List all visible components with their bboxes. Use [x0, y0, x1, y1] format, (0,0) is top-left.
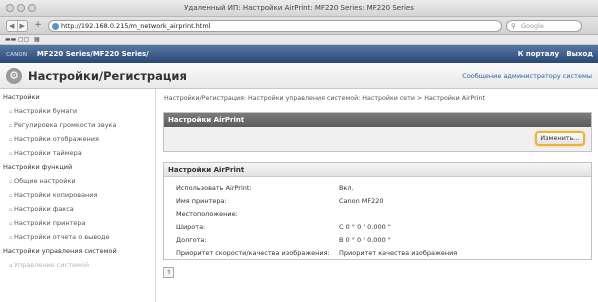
close-window-icon[interactable]	[6, 4, 14, 12]
site-icon	[52, 23, 59, 30]
setting-label: Имя принтера:	[176, 197, 227, 205]
device-bar: ᴄᴀɴᴏɴ MF220 Series/MF220 Series/ К порта…	[0, 45, 598, 63]
nav-buttons: ◀ ▶	[6, 20, 28, 32]
new-tab-button[interactable]: +	[32, 20, 44, 32]
address-bar[interactable]: http://192.168.0.215/m_network_airprint.…	[48, 20, 541, 32]
sidebar-item-fax[interactable]: Настройки факса	[9, 205, 74, 213]
sidebar-section-functions[interactable]: Настройки функций	[3, 163, 72, 171]
minimize-window-icon[interactable]	[17, 4, 25, 12]
settings-title: Настройки AirPrint	[164, 163, 591, 177]
zoom-window-icon[interactable]	[28, 4, 36, 12]
bookmarks-bar: ▬▬ ▢▢ ▦	[0, 35, 598, 45]
setting-value: Canon MF220	[339, 197, 384, 205]
setting-label: Местоположение:	[176, 210, 238, 218]
setting-value: Приоритет качества изображения	[339, 249, 458, 257]
breadcrumb: Настройки/Регистрация: Настройки управле…	[164, 95, 485, 102]
panel-title: Настройки AirPrint	[164, 113, 591, 127]
setting-label: Использовать AirPrint:	[176, 184, 252, 192]
back-button[interactable]: ◀	[7, 21, 18, 31]
sidebar-item-copy[interactable]: Настройки копирования	[9, 191, 97, 199]
setting-value: С 0 ° 0 ' 0.000 "	[339, 223, 391, 231]
bookmarks-icon[interactable]: ▬▬	[5, 35, 16, 44]
sidebar-section-settings[interactable]: Настройки	[3, 93, 40, 101]
search-input[interactable]: ⚲ Google	[506, 20, 582, 32]
sidebar-item-report[interactable]: Настройки отчета о выводе	[9, 233, 110, 241]
setting-value: Вкл.	[339, 184, 354, 192]
window-title: Удаленный ИП: Настройки AirPrint: MF220 …	[184, 4, 414, 12]
admin-mail-link[interactable]: Сообщение администратору системы	[462, 72, 592, 80]
airprint-edit-panel: Настройки AirPrint Изменить...	[163, 112, 592, 152]
search-icon: ⚲	[511, 22, 516, 30]
panel-actions: Изменить...	[164, 127, 591, 151]
grid-icon[interactable]: ▦	[34, 35, 40, 44]
setting-label: Долгота:	[176, 236, 207, 244]
address-url: http://192.168.0.215/m_network_airprint.…	[61, 22, 211, 30]
sidebar-item-display[interactable]: Настройки отображения	[9, 135, 99, 143]
setting-label: Приоритет скорости/качества изображения:	[176, 249, 330, 257]
window-titlebar: Удаленный ИП: Настройки AirPrint: MF220 …	[0, 0, 598, 17]
edit-button[interactable]: Изменить...	[535, 131, 585, 146]
model-name: MF220 Series/MF220 Series/	[36, 50, 149, 58]
browser-toolbar: ◀ ▶ + http://192.168.0.215/m_network_air…	[0, 17, 598, 35]
portal-links: К порталу Выход	[518, 45, 593, 63]
sidebar-section-system[interactable]: Настройки управления системой	[3, 247, 117, 255]
logout-link[interactable]: Выход	[566, 50, 593, 58]
search-placeholder: Google	[521, 22, 544, 30]
sidebar-item-timer[interactable]: Настройки таймера	[9, 149, 82, 157]
sidebar-item-printer[interactable]: Настройки принтера	[9, 219, 86, 227]
top-sites-icon[interactable]: ▢▢	[18, 35, 29, 44]
page-header: ⚙ Настройки/Регистрация Сообщение админи…	[0, 63, 598, 89]
gear-icon: ⚙	[6, 68, 22, 84]
setting-value: В 0 ° 0 ' 0.000 "	[339, 236, 391, 244]
airprint-settings-panel: Настройки AirPrint Использовать AirPrint…	[163, 162, 592, 260]
back-to-top-icon[interactable]: ⇑	[163, 267, 174, 278]
brand-logo: ᴄᴀɴᴏɴ	[6, 50, 28, 58]
sidebar-item-system-management[interactable]: Управление системой	[9, 261, 89, 269]
page-title: Настройки/Регистрация	[28, 69, 187, 83]
sidebar: Настройки Настройки бумаги Регулировка г…	[0, 89, 156, 302]
sidebar-item-paper[interactable]: Настройки бумаги	[9, 107, 77, 115]
forward-button[interactable]: ▶	[18, 21, 28, 31]
sidebar-item-volume[interactable]: Регулировка громкости звука	[9, 121, 117, 129]
device-model: ᴄᴀɴᴏɴ MF220 Series/MF220 Series/	[6, 45, 149, 63]
sidebar-item-common[interactable]: Общие настройки	[9, 177, 76, 185]
portal-link[interactable]: К порталу	[518, 50, 559, 58]
setting-label: Широта:	[176, 223, 206, 231]
